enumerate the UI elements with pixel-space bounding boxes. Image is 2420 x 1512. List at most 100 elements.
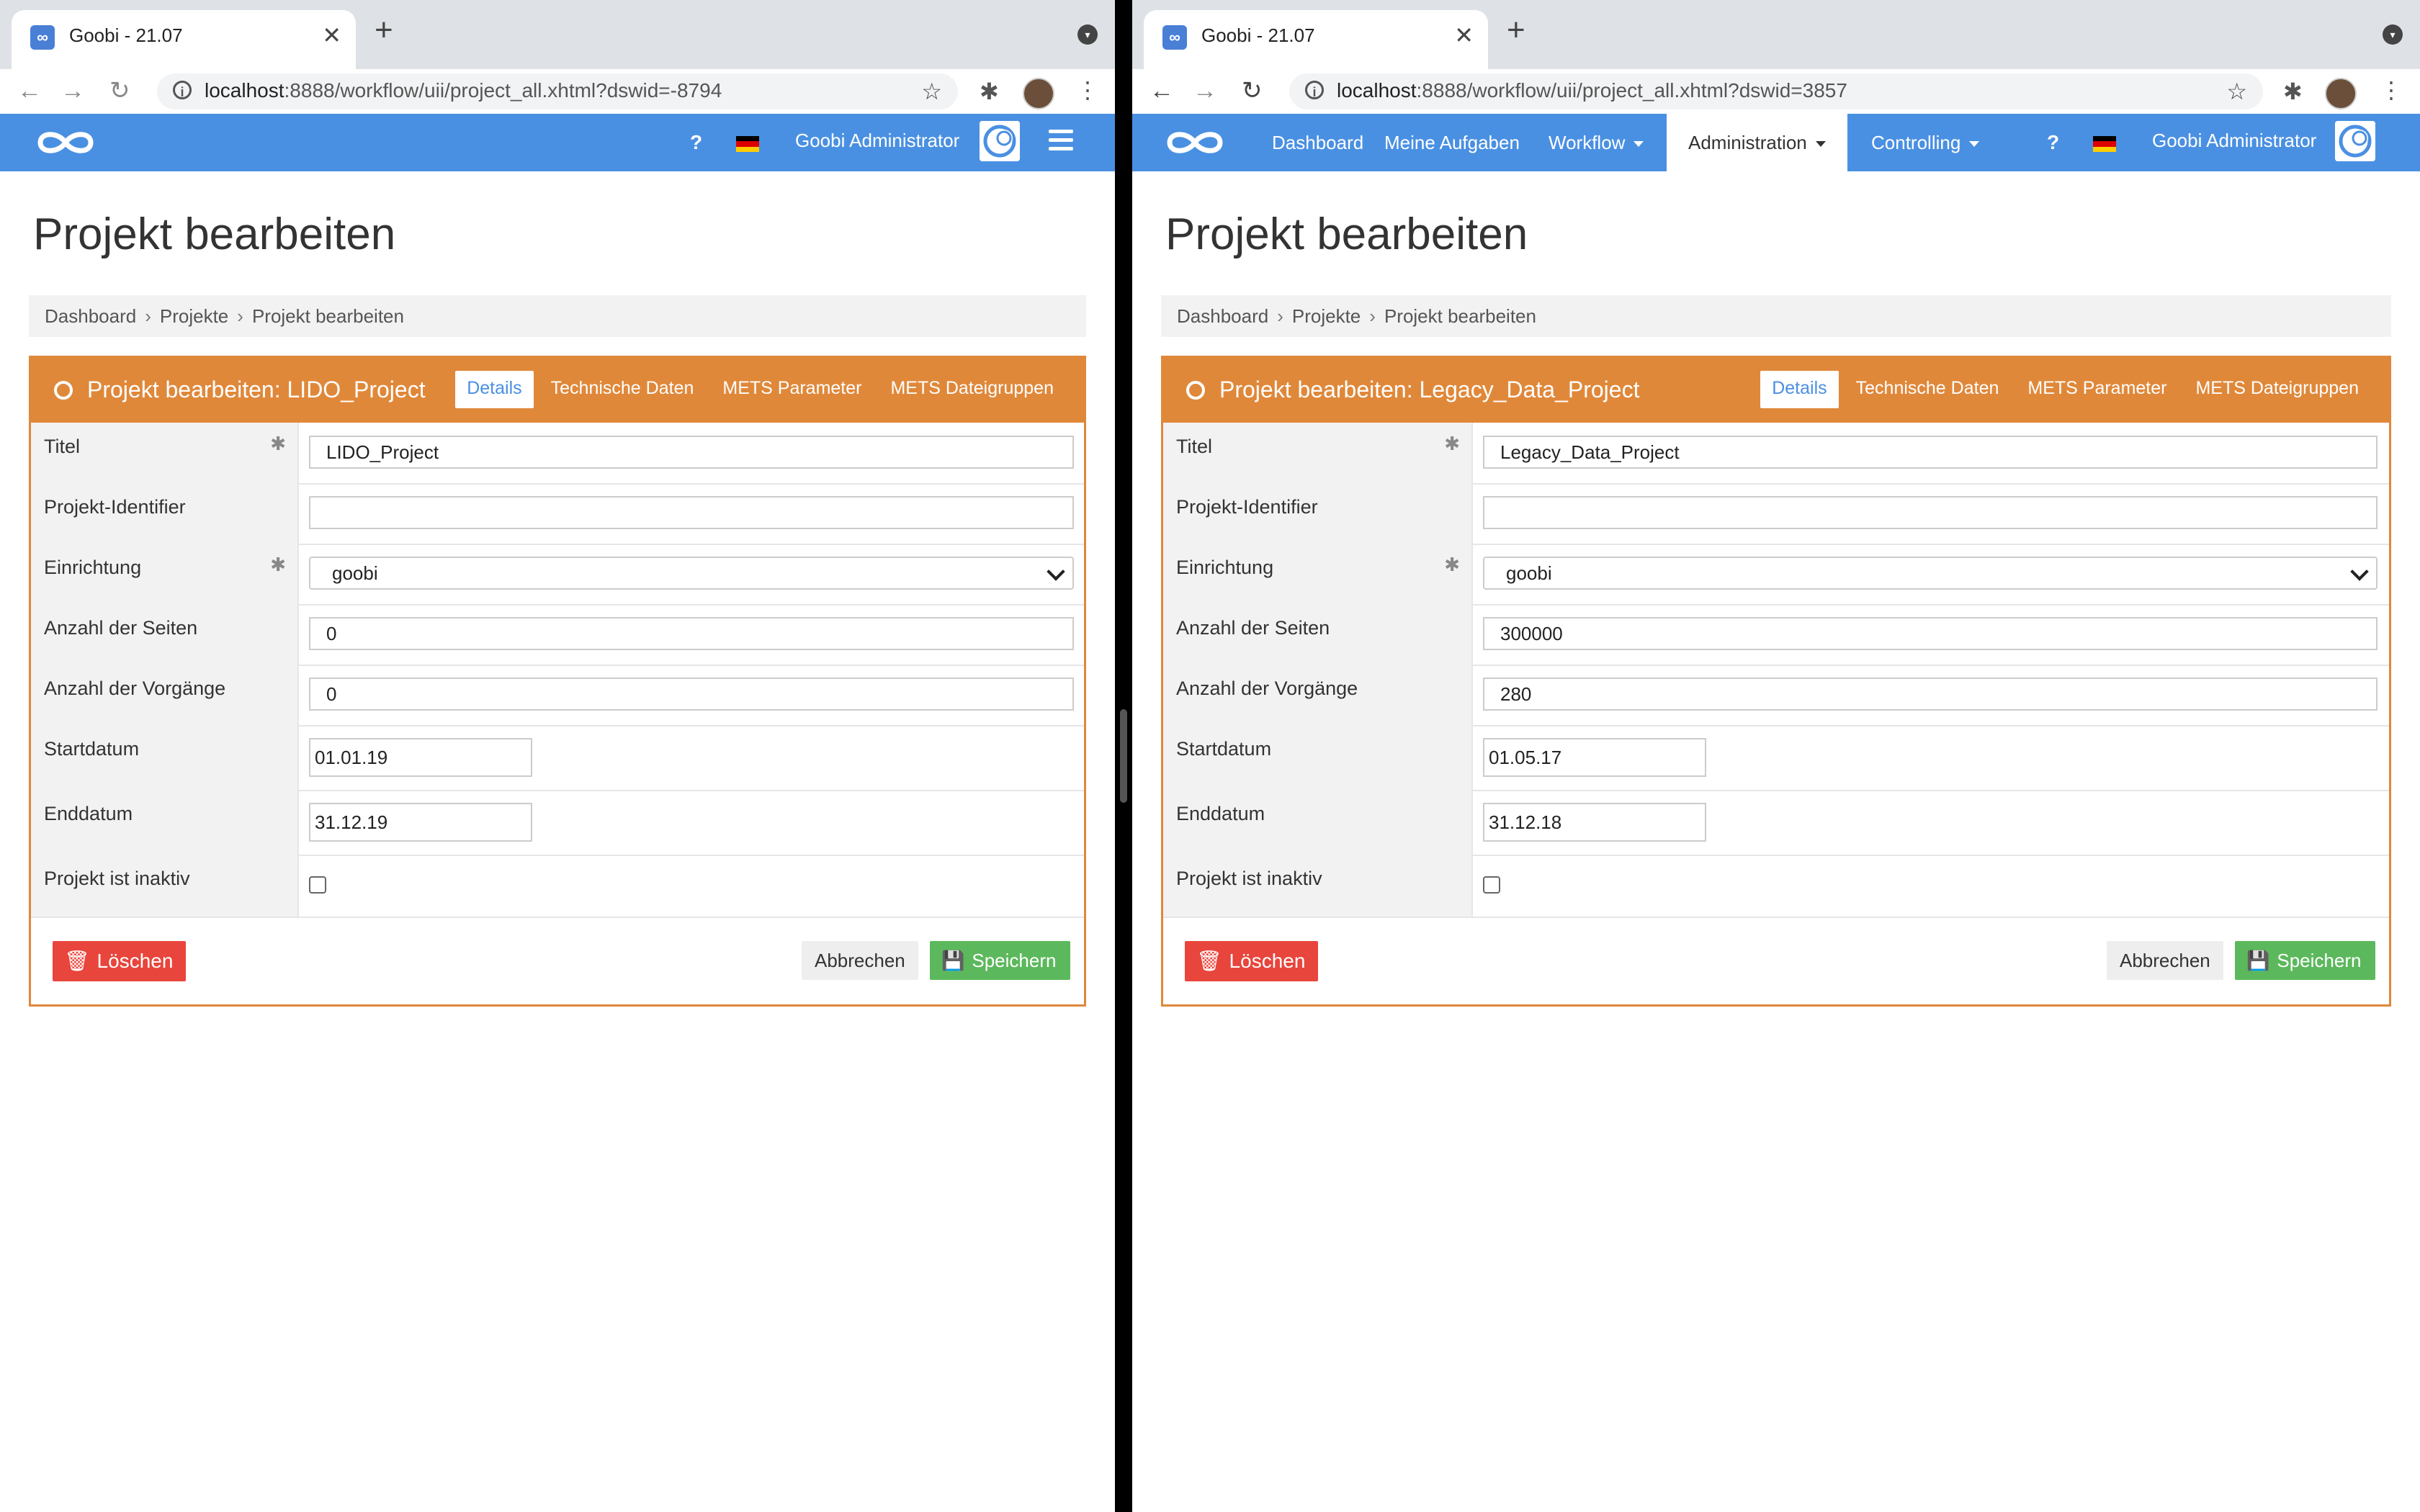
required-asterisk-icon: ✱: [1444, 554, 1460, 575]
browser-window-left: ∞ Goobi - 21.07 ✕ + ▾ ← → ↻ i localhost:…: [0, 0, 1115, 1512]
user-logo-icon[interactable]: [980, 121, 1020, 161]
browser-window-right: ∞ Goobi - 21.07 ✕ + ▾ ← → ↻ i localhost:…: [1132, 0, 2420, 1512]
site-info-icon[interactable]: i: [173, 81, 192, 99]
row-einrichtung: Einrichtung ✱ goobi: [1163, 544, 2389, 606]
required-asterisk-icon: ✱: [270, 554, 286, 575]
browser-tab[interactable]: ∞ Goobi - 21.07 ✕: [12, 10, 356, 69]
profile-avatar[interactable]: [1023, 78, 1054, 109]
german-flag-icon[interactable]: [2093, 136, 2116, 152]
projekt-inaktiv-checkbox[interactable]: [309, 876, 326, 894]
new-tab-button[interactable]: +: [1507, 14, 1525, 46]
project-edit-box: Projekt bearbeiten: Legacy_Data_Project …: [1161, 356, 2391, 1007]
enddatum-input[interactable]: 31.12.19: [309, 803, 532, 842]
back-icon[interactable]: ←: [1150, 75, 1174, 107]
user-logo-icon[interactable]: [2335, 121, 2375, 161]
user-name[interactable]: Goobi Administrator: [2152, 130, 2316, 152]
box-tabs: Details Technische Daten METS Parameter …: [455, 371, 1068, 408]
back-icon[interactable]: ←: [17, 75, 42, 107]
reload-icon[interactable]: ↻: [1242, 75, 1263, 107]
forward-icon[interactable]: →: [60, 75, 85, 107]
label-projekt-inaktiv: Projekt ist inaktiv: [44, 868, 190, 889]
close-tab-icon[interactable]: ✕: [1454, 22, 1474, 49]
anzahl-vorgaenge-input[interactable]: 0: [309, 678, 1074, 711]
tab-mets-parameter[interactable]: METS Parameter: [2013, 371, 2181, 408]
label-projekt-inaktiv: Projekt ist inaktiv: [1176, 868, 1322, 889]
row-enddatum: Enddatum 31.12.18: [1163, 790, 2389, 856]
nav-workflow[interactable]: Workflow: [1549, 114, 1644, 171]
project-edit-box: Projekt bearbeiten: LIDO_Project Details…: [29, 356, 1086, 1007]
tab-search-icon[interactable]: ▾: [2383, 24, 2403, 45]
help-icon[interactable]: ?: [2047, 131, 2059, 154]
url-path: :8888/workflow/uii/project_all.xhtml?dsw…: [284, 79, 722, 102]
german-flag-icon[interactable]: [736, 136, 759, 152]
row-projekt-inaktiv: Projekt ist inaktiv: [31, 855, 1084, 918]
tab-technische-daten[interactable]: Technische Daten: [537, 371, 709, 408]
nav-administration[interactable]: Administration: [1667, 114, 1847, 171]
browser-menu-icon[interactable]: ⋮: [2380, 76, 2403, 104]
help-icon[interactable]: ?: [690, 131, 702, 154]
box-tabs: Details Technische Daten METS Parameter …: [1760, 371, 2373, 408]
projekt-identifier-input[interactable]: [309, 496, 1074, 529]
label-einrichtung: Einrichtung: [1176, 557, 1274, 578]
forward-icon[interactable]: →: [1193, 75, 1217, 107]
row-einrichtung: Einrichtung ✱ goobi: [31, 544, 1084, 606]
save-button[interactable]: 💾 Speichern: [930, 941, 1071, 980]
einrichtung-select[interactable]: goobi: [1483, 557, 2378, 590]
tab-technische-daten[interactable]: Technische Daten: [1842, 371, 2014, 408]
row-projekt-identifier: Projekt-Identifier: [1163, 483, 2389, 545]
user-name[interactable]: Goobi Administrator: [795, 130, 959, 152]
hamburger-menu-icon[interactable]: [1049, 130, 1073, 156]
breadcrumb-dashboard[interactable]: Dashboard: [1177, 305, 1268, 327]
address-bar[interactable]: i localhost:8888/workflow/uii/project_al…: [157, 73, 958, 109]
required-asterisk-icon: ✱: [1444, 433, 1460, 454]
bookmark-star-icon[interactable]: ☆: [2226, 78, 2247, 105]
nav-dashboard[interactable]: Dashboard: [1272, 114, 1363, 171]
extensions-puzzle-icon[interactable]: ✱: [980, 78, 999, 105]
tab-details[interactable]: Details: [1760, 371, 1839, 408]
breadcrumb-projekte[interactable]: Projekte: [1292, 305, 1361, 327]
delete-button[interactable]: 🗑 Löschen: [53, 941, 187, 981]
cancel-button[interactable]: Abbrechen: [2107, 941, 2223, 980]
address-bar[interactable]: i localhost:8888/workflow/uii/project_al…: [1289, 73, 2263, 109]
goobi-logo-icon[interactable]: [33, 128, 98, 157]
startdatum-input[interactable]: 01.01.19: [309, 738, 532, 777]
delete-button[interactable]: 🗑 Löschen: [1185, 941, 1319, 981]
chevron-down-icon: [2350, 562, 2369, 581]
tab-mets-dateigruppen[interactable]: METS Dateigruppen: [876, 371, 1068, 408]
site-info-icon[interactable]: i: [1305, 81, 1324, 99]
breadcrumb-dashboard[interactable]: Dashboard: [45, 305, 136, 327]
einrichtung-selected-value: goobi: [332, 562, 378, 584]
bookmark-star-icon[interactable]: ☆: [921, 78, 942, 105]
enddatum-input[interactable]: 31.12.18: [1483, 803, 1706, 842]
startdatum-input[interactable]: 01.05.17: [1483, 738, 1706, 777]
tab-mets-parameter[interactable]: METS Parameter: [708, 371, 876, 408]
goobi-logo-icon[interactable]: [1162, 128, 1227, 157]
breadcrumb-projekte[interactable]: Projekte: [160, 305, 228, 327]
close-tab-icon[interactable]: ✕: [322, 22, 341, 49]
titel-input[interactable]: LIDO_Project: [309, 436, 1074, 469]
new-tab-button[interactable]: +: [375, 14, 393, 46]
box-title: Projekt bearbeiten: Legacy_Data_Project: [1219, 377, 1640, 402]
browser-tab[interactable]: ∞ Goobi - 21.07 ✕: [1144, 10, 1488, 69]
reload-icon[interactable]: ↻: [109, 75, 130, 107]
anzahl-seiten-input[interactable]: 0: [309, 617, 1074, 650]
einrichtung-select[interactable]: goobi: [309, 557, 1074, 590]
row-titel: Titel ✱ Legacy_Data_Project: [1163, 423, 2389, 485]
nav-meine-aufgaben[interactable]: Meine Aufgaben: [1384, 114, 1520, 171]
extensions-puzzle-icon[interactable]: ✱: [2283, 78, 2303, 105]
titel-input[interactable]: Legacy_Data_Project: [1483, 436, 2378, 469]
divider-drag-handle[interactable]: [1120, 709, 1127, 803]
anzahl-vorgaenge-input[interactable]: 280: [1483, 678, 2378, 711]
tab-mets-dateigruppen[interactable]: METS Dateigruppen: [2181, 371, 2373, 408]
nav-controlling[interactable]: Controlling: [1871, 114, 1980, 171]
url-host: localhost: [1337, 79, 1417, 102]
anzahl-seiten-input[interactable]: 300000: [1483, 617, 2378, 650]
tab-details[interactable]: Details: [455, 371, 534, 408]
cancel-button[interactable]: Abbrechen: [802, 941, 918, 980]
tab-search-icon[interactable]: ▾: [1077, 24, 1098, 45]
projekt-inaktiv-checkbox[interactable]: [1483, 876, 1500, 894]
browser-menu-icon[interactable]: ⋮: [1076, 76, 1099, 104]
projekt-identifier-input[interactable]: [1483, 496, 2378, 529]
profile-avatar[interactable]: [2325, 78, 2357, 109]
save-button[interactable]: 💾 Speichern: [2235, 941, 2376, 980]
